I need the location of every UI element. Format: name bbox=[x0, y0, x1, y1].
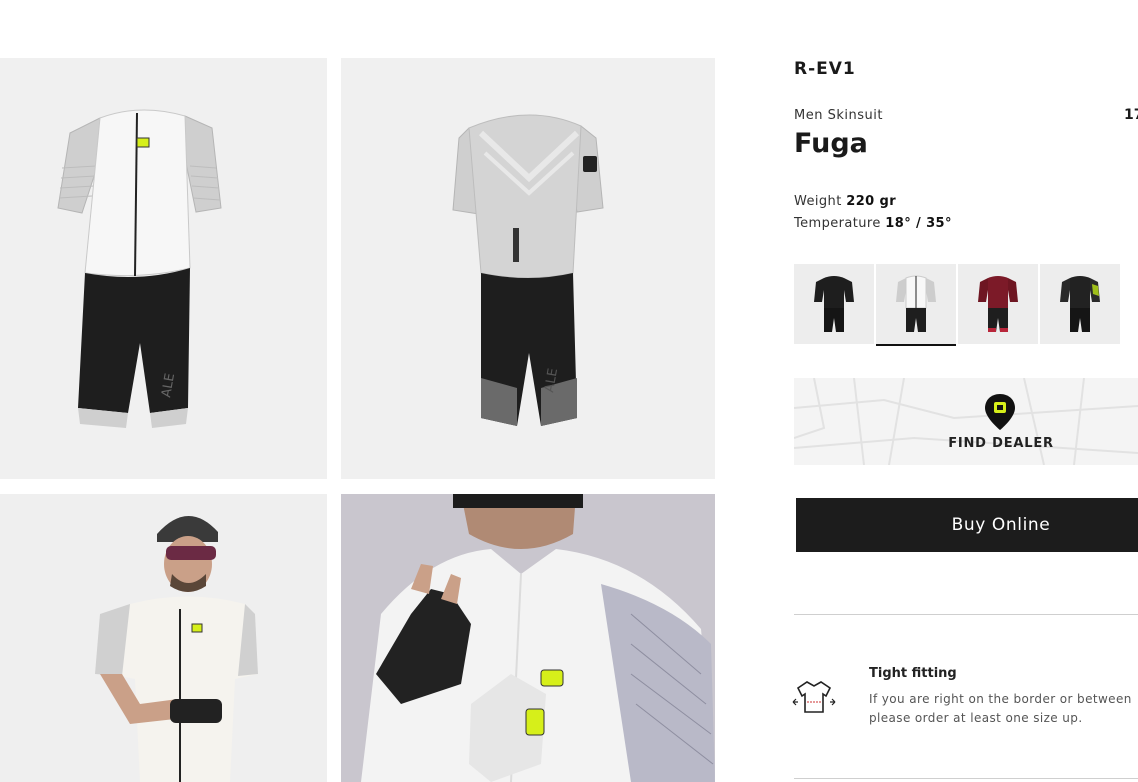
location-pin-icon bbox=[985, 394, 1015, 430]
spec-temperature: Temperature 18° / 35° bbox=[794, 216, 952, 231]
skinsuit-back-illustration: ALE bbox=[452, 114, 604, 426]
gallery-image-closeup[interactable] bbox=[341, 494, 715, 782]
spec-weight-label: Weight bbox=[794, 194, 842, 209]
spec-weight: Weight 220 gr bbox=[794, 194, 896, 209]
skinsuit-thumbnail-white bbox=[896, 275, 936, 332]
spec-temperature-label: Temperature bbox=[794, 216, 881, 231]
gallery-image-model[interactable] bbox=[0, 494, 327, 782]
variant-swatch-bordeaux[interactable] bbox=[958, 264, 1038, 344]
divider-bottom bbox=[794, 778, 1138, 779]
model-wearing-skinsuit-illustration bbox=[0, 494, 327, 782]
variant-swatch-black-lime[interactable] bbox=[1040, 264, 1120, 344]
buy-online-button[interactable]: Buy Online bbox=[796, 498, 1138, 552]
variant-swatch-white[interactable] bbox=[876, 264, 956, 346]
gallery-image-back[interactable]: ALE bbox=[341, 58, 715, 479]
product-line: R-EV1 bbox=[794, 59, 856, 79]
skinsuit-thumbnail-bordeaux bbox=[978, 276, 1018, 332]
spec-temperature-value: 18° / 35° bbox=[885, 216, 952, 231]
skinsuit-thumbnail-black-lime bbox=[1060, 276, 1100, 332]
model-closeup-gloves-illustration bbox=[341, 494, 715, 782]
variant-swatch-black[interactable] bbox=[794, 264, 874, 344]
fit-title: Tight fitting bbox=[869, 666, 957, 681]
find-dealer-button[interactable]: FIND DEALER bbox=[794, 378, 1138, 465]
find-dealer-label: FIND DEALER bbox=[948, 436, 1054, 451]
skinsuit-front-illustration: ALE bbox=[57, 109, 222, 428]
skinsuit-thumbnail-black bbox=[814, 276, 854, 332]
buy-online-label: Buy Online bbox=[951, 515, 1051, 535]
product-title: Fuga bbox=[794, 128, 868, 159]
gallery-image-front[interactable]: ALE bbox=[0, 58, 327, 479]
fit-description: If you are right on the border or betwee… bbox=[869, 692, 1132, 725]
product-category: Men Skinsuit bbox=[794, 108, 883, 123]
spec-weight-value: 220 gr bbox=[846, 194, 897, 209]
map-background bbox=[794, 378, 1138, 465]
divider-top bbox=[794, 614, 1138, 615]
jersey-icon bbox=[792, 681, 836, 713]
product-price: 17 bbox=[1124, 107, 1138, 123]
